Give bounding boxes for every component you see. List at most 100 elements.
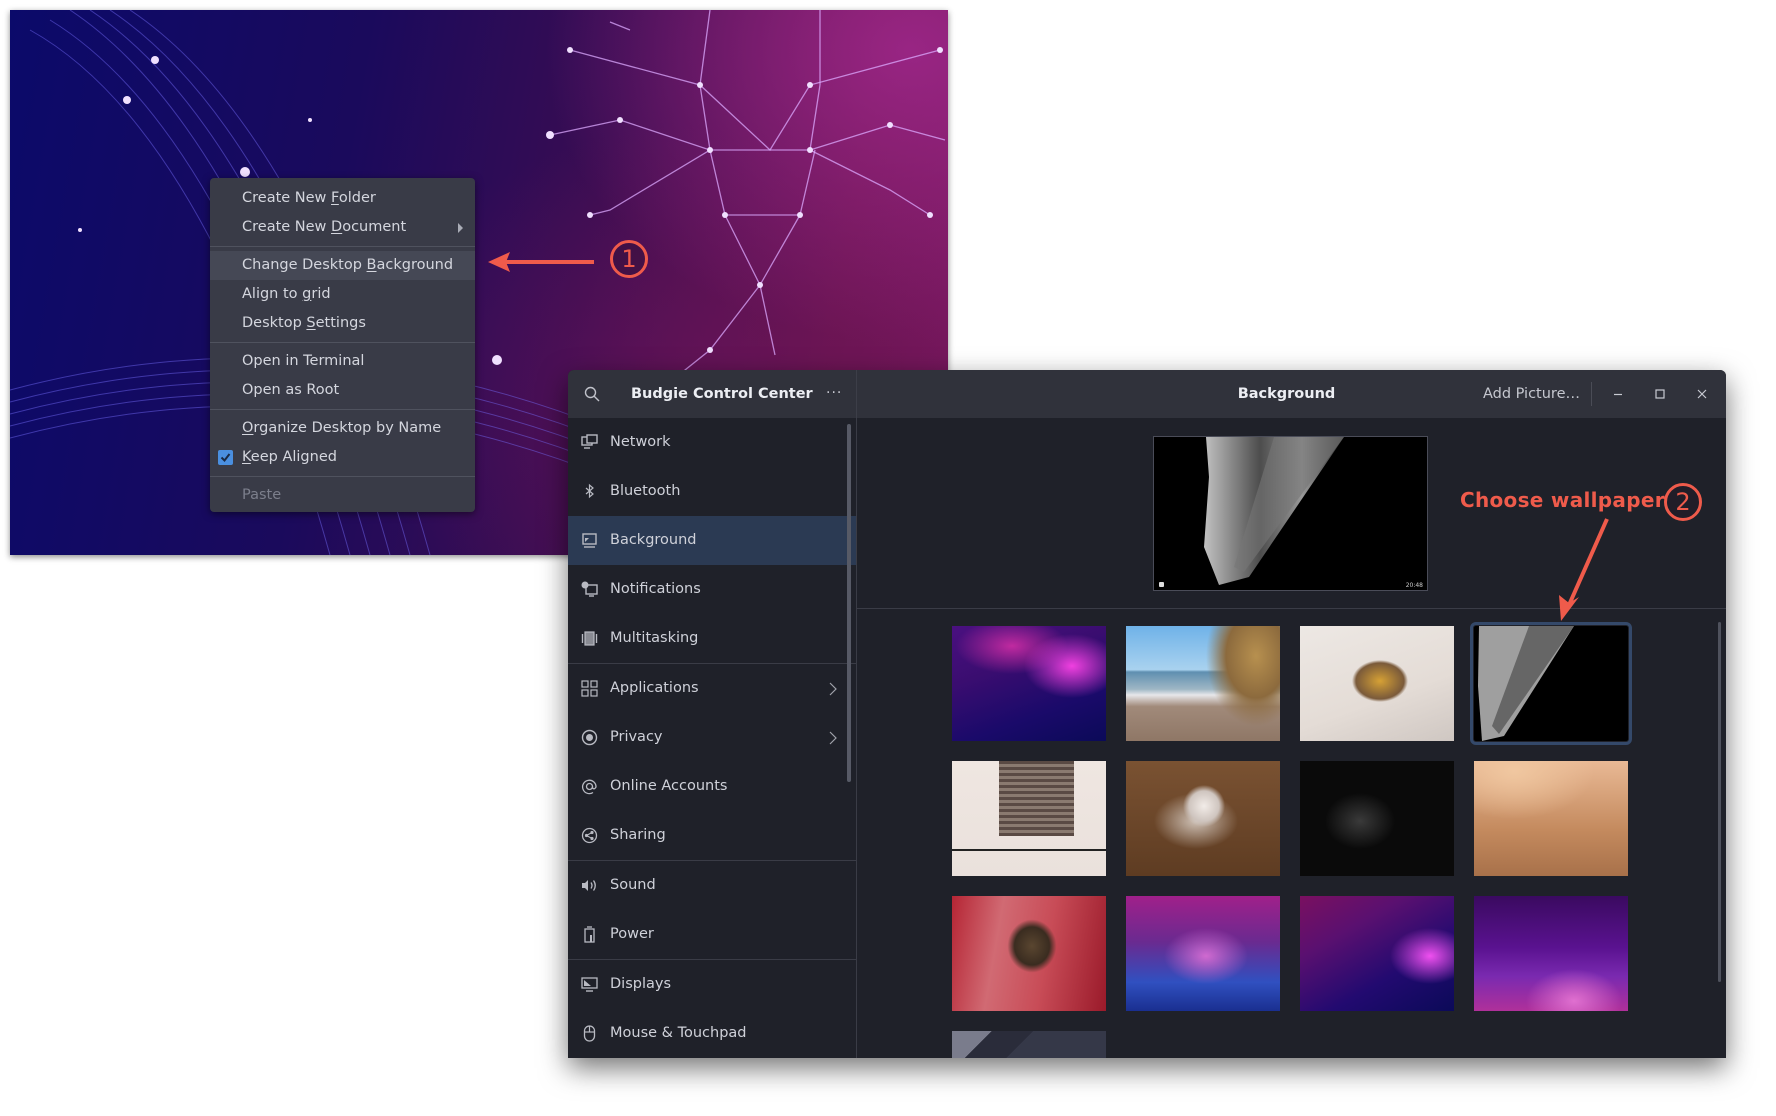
- wallpaper-thumbnail-beach-rock[interactable]: [1126, 626, 1280, 741]
- wallpaper-thumbnail-shell-in-hand[interactable]: [1300, 626, 1454, 741]
- online-accounts-icon: [581, 779, 597, 795]
- budgie-control-center-window: Budgie Control Center ··· Background Add…: [568, 370, 1726, 1058]
- background-icon: [582, 533, 597, 548]
- sharing-icon: [581, 827, 598, 844]
- wallpaper-thumbnail-purple-constellation[interactable]: [952, 626, 1106, 741]
- annotation-step-2-badge: 2: [1664, 483, 1702, 521]
- preview-menu-icon: [1159, 582, 1164, 587]
- privacy-icon: [581, 729, 598, 746]
- menu-item-organize-desktop-by-name[interactable]: Organize Desktop by Name: [210, 414, 475, 443]
- header-divider: [1591, 382, 1592, 406]
- menu-item-label: Open in Terminal: [242, 353, 365, 369]
- sidebar-item-bluetooth[interactable]: Bluetooth: [568, 467, 856, 516]
- sidebar-item-background[interactable]: Background: [568, 516, 856, 565]
- main-headerbar: Background Add Picture…: [857, 370, 1726, 418]
- chevron-right-icon: [829, 731, 837, 745]
- dark-leaf-image: [1478, 626, 1574, 741]
- menu-item-label: Keep Aligned: [242, 449, 337, 465]
- sidebar-item-label: Displays: [610, 976, 672, 992]
- displays-icon: [581, 977, 598, 992]
- menu-item-label: Organize Desktop by Name: [242, 420, 442, 436]
- sidebar-item-label: Bluetooth: [610, 483, 681, 499]
- menu-separator: [210, 409, 475, 410]
- more-menu-button[interactable]: ···: [826, 370, 842, 416]
- close-icon[interactable]: [1692, 384, 1712, 404]
- checkbox-checked-icon[interactable]: [218, 450, 233, 465]
- sidebar-item-displays[interactable]: Displays: [568, 960, 856, 1009]
- preview-clock: 20:48: [1405, 582, 1423, 589]
- menu-item-align-to-grid[interactable]: Align to grid: [210, 280, 475, 309]
- sidebar-item-label: Power: [610, 926, 654, 942]
- menu-item-open-as-root[interactable]: Open as Root: [210, 376, 475, 405]
- desktop-context-menu: Create New Folder Create New Document Chan…: [210, 178, 475, 512]
- wallpaper-thumbnail-lion-door-knocker[interactable]: [952, 896, 1106, 1011]
- settings-sidebar: Network Bluetooth Background Notifications M…: [568, 418, 857, 1058]
- menu-item-paste: Paste: [210, 481, 475, 510]
- menu-item-label: Open as Root: [242, 382, 340, 398]
- sound-icon: [582, 880, 596, 891]
- sidebar-item-online-accounts[interactable]: Online Accounts: [568, 762, 856, 811]
- menu-item-open-in-terminal[interactable]: Open in Terminal: [210, 347, 475, 376]
- sidebar-item-power[interactable]: Power: [568, 910, 856, 959]
- mouse-icon: [583, 1025, 596, 1042]
- sidebar-item-label: Mouse & Touchpad: [610, 1025, 747, 1041]
- app-title: Budgie Control Center: [631, 386, 813, 402]
- multitasking-icon: [581, 631, 598, 646]
- chevron-right-icon: [829, 682, 837, 696]
- annotation-step-1-badge: 1: [610, 240, 648, 278]
- sidebar-item-label: Network: [610, 434, 671, 450]
- sidebar-item-label: Privacy: [610, 729, 663, 745]
- sidebar-item-network[interactable]: Network: [568, 418, 856, 467]
- wallpaper-thumbnail-purple-blue-waves[interactable]: [1126, 896, 1280, 1011]
- sidebar-item-applications[interactable]: Applications: [568, 664, 856, 713]
- sidebar-headerbar: Budgie Control Center ···: [568, 370, 857, 418]
- search-icon[interactable]: [584, 386, 600, 402]
- bluetooth-icon: [585, 483, 594, 499]
- menu-item-desktop-settings[interactable]: Desktop Settings: [210, 309, 475, 338]
- wallpaper-thumbnail-violet-waves[interactable]: [1474, 896, 1628, 1011]
- add-picture-button[interactable]: Add Picture…: [1483, 370, 1580, 418]
- wallpaper-thumbnail-dark-leaf[interactable]: [1470, 622, 1632, 745]
- annotation-arrow-1: [488, 252, 594, 272]
- page-title: Background: [1237, 386, 1336, 402]
- current-background-preview: 20:48: [1153, 436, 1428, 591]
- sidebar-item-multitasking[interactable]: Multitasking: [568, 614, 856, 663]
- sidebar-item-sharing[interactable]: Sharing: [568, 811, 856, 860]
- wallpaper-thumbnail-hand-dust-bw[interactable]: [1300, 761, 1454, 876]
- maximize-icon[interactable]: [1650, 384, 1670, 404]
- sidebar-item-label: Background: [610, 532, 697, 548]
- network-icon: [581, 434, 598, 449]
- submenu-arrow-icon: [458, 223, 463, 233]
- wallpaper-thumbnail-grey-geometric[interactable]: [952, 1031, 1106, 1058]
- wallpaper-thumbnail-magenta-dots[interactable]: [1300, 896, 1454, 1011]
- power-icon: [584, 926, 595, 943]
- menu-item-label: Paste: [242, 487, 282, 503]
- menu-item-create-new-document[interactable]: Create New Document: [210, 213, 475, 242]
- sidebar-item-privacy[interactable]: Privacy: [568, 713, 856, 762]
- menu-separator: [210, 342, 475, 343]
- content-scrollbar[interactable]: [1718, 622, 1721, 982]
- wallpaper-thumbnail-salt-jar[interactable]: [1126, 761, 1280, 876]
- menu-item-keep-aligned[interactable]: Keep Aligned: [210, 443, 475, 472]
- menu-item-change-desktop-background[interactable]: Change Desktop Background: [210, 251, 475, 280]
- menu-item-label: Change Desktop Background: [242, 257, 454, 273]
- notifications-icon: [581, 581, 598, 597]
- menu-item-create-new-folder[interactable]: Create New Folder: [210, 184, 475, 213]
- sidebar-item-sound[interactable]: Sound: [568, 861, 856, 910]
- annotation-step-2-label: Choose wallpaper: [1460, 488, 1665, 512]
- menu-item-label: Align to grid: [242, 286, 331, 302]
- sidebar-item-label: Sharing: [610, 827, 666, 843]
- sidebar-scrollbar[interactable]: [847, 424, 851, 782]
- sidebar-item-label: Applications: [610, 680, 699, 696]
- minimize-icon[interactable]: [1608, 384, 1628, 404]
- sidebar-item-label: Notifications: [610, 581, 701, 597]
- wallpaper-thumbnail-desert-ladder[interactable]: [1474, 761, 1628, 876]
- sidebar-item-mouse-touchpad[interactable]: Mouse & Touchpad: [568, 1009, 856, 1058]
- menu-item-label: Create New Document: [242, 219, 407, 235]
- sidebar-item-notifications[interactable]: Notifications: [568, 565, 856, 614]
- annotation-arrow-2: [1559, 518, 1609, 621]
- applications-icon: [581, 680, 598, 697]
- sidebar-item-label: Multitasking: [610, 630, 699, 646]
- wallpaper-thumbnail-window-shutters[interactable]: [952, 761, 1106, 876]
- menu-separator: [210, 476, 475, 477]
